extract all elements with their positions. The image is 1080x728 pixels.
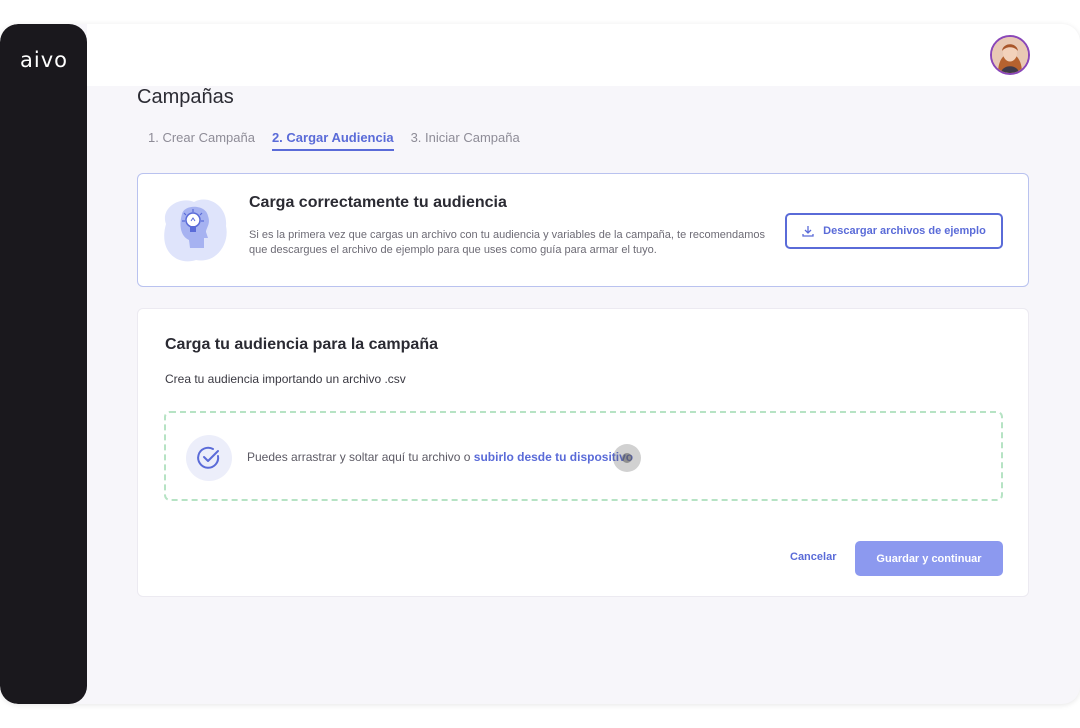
step-iniciar-campana[interactable]: 3. Iniciar Campaña	[411, 130, 520, 151]
download-sample-label: Descargar archivos de ejemplo	[823, 225, 986, 237]
dropzone-instruction: Puedes arrastrar y soltar aquí tu archiv…	[247, 450, 474, 464]
avatar-icon	[992, 37, 1028, 73]
top-bar	[87, 24, 1080, 86]
step-cargar-audiencia[interactable]: 2. Cargar Audiencia	[271, 130, 394, 151]
download-sample-button[interactable]: Descargar archivos de ejemplo	[785, 213, 1003, 249]
upload-subtitle: Crea tu audiencia importando un archivo …	[165, 372, 406, 386]
lightbulb-head-icon	[156, 194, 232, 266]
pointer-cursor	[613, 444, 641, 472]
aivo-logo[interactable]: aivo	[20, 48, 68, 72]
file-dropzone[interactable]: Puedes arrastrar y soltar aquí tu archiv…	[164, 411, 1003, 501]
check-circle-icon	[186, 435, 232, 481]
upload-from-device-link[interactable]: subirlo desde tu dispositivo	[474, 450, 633, 464]
upload-card: Carga tu audiencia para la campaña Crea …	[137, 308, 1029, 597]
download-icon	[802, 226, 814, 237]
user-avatar[interactable]	[990, 35, 1030, 75]
save-continue-button[interactable]: Guardar y continuar	[855, 541, 1003, 576]
info-card: Carga correctamente tu audiencia Si es l…	[137, 173, 1029, 287]
upload-title: Carga tu audiencia para la campaña	[165, 336, 438, 353]
info-title: Carga correctamente tu audiencia	[249, 194, 507, 211]
step-crear-campana[interactable]: 1. Crear Campaña	[148, 130, 255, 151]
dropzone-text: Puedes arrastrar y soltar aquí tu archiv…	[247, 450, 633, 464]
info-text: Si es la primera vez que cargas un archi…	[249, 229, 766, 256]
cancel-button[interactable]: Cancelar	[790, 551, 836, 563]
stepper: 1. Crear Campaña 2. Cargar Audiencia 3. …	[148, 130, 537, 151]
sidebar: aivo	[0, 24, 87, 704]
page-title: Campañas	[137, 86, 234, 108]
